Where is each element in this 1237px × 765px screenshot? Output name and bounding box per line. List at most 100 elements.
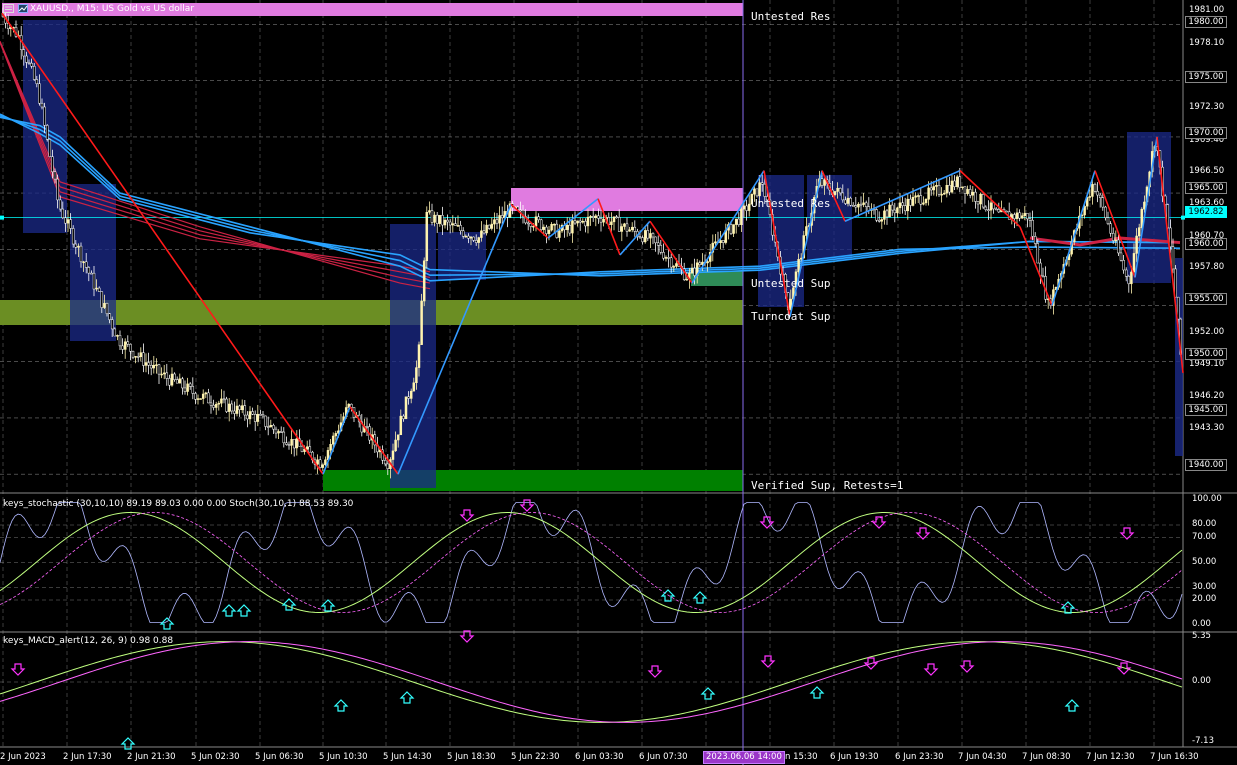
candle-body xyxy=(898,202,902,209)
candle-body xyxy=(1091,184,1094,197)
candle-body xyxy=(235,405,239,414)
candle-body xyxy=(209,402,213,406)
candle-body xyxy=(207,392,210,404)
arrow-down-icon xyxy=(459,509,475,522)
candle-body xyxy=(66,219,70,224)
arrow-up-icon xyxy=(809,686,825,699)
candle-body xyxy=(51,156,54,173)
arrow-down-icon xyxy=(519,499,535,512)
arrow-down-icon xyxy=(759,516,775,529)
candle-body xyxy=(721,240,725,243)
candle-body xyxy=(446,219,449,223)
candle-body xyxy=(573,220,577,224)
candle-body xyxy=(594,215,598,218)
candle-body xyxy=(675,263,678,267)
candle-body xyxy=(425,212,429,262)
candle-body xyxy=(269,424,273,428)
zigzag-segment xyxy=(1051,170,1096,306)
candle-body xyxy=(441,215,444,226)
candle-body xyxy=(1036,243,1040,264)
time-axis-label: 5 Jun 18:30 xyxy=(447,752,496,762)
candle-body xyxy=(1114,239,1118,242)
candle-body xyxy=(1109,223,1112,234)
candle-body xyxy=(981,194,985,208)
stochastic-axis-label: 70.00 xyxy=(1192,531,1217,542)
candle-body xyxy=(459,225,462,232)
arrow-up-icon xyxy=(333,699,349,712)
time-axis-label: 6 Jun 23:30 xyxy=(895,752,944,762)
arrow-down-icon xyxy=(459,630,475,643)
candle-body xyxy=(45,125,49,140)
trading-chart-window[interactable]: XAUUSD., M15: US Gold vs US dollar Untes… xyxy=(0,0,1237,765)
candle-body xyxy=(201,393,205,399)
candle-body xyxy=(740,208,743,225)
candle-body xyxy=(290,439,293,446)
candle-body xyxy=(123,341,127,350)
time-axis-label: 7 Jun 16:30 xyxy=(1150,752,1199,762)
candle-body xyxy=(638,236,642,238)
candle-body xyxy=(669,257,673,268)
chart-window-icon xyxy=(18,4,28,13)
candle-body xyxy=(1124,269,1128,277)
candle-body xyxy=(69,219,72,229)
arrow-up-icon xyxy=(700,687,716,700)
arrow-down-icon xyxy=(1116,662,1132,675)
candle-body xyxy=(617,217,621,232)
arrow-down-icon xyxy=(959,660,975,673)
candle-body xyxy=(833,191,837,195)
stochastic-title: keys_stochastic (30,10,10) 89.19 89.03 0… xyxy=(3,499,354,509)
candle-body xyxy=(599,218,603,223)
candle-body xyxy=(142,352,145,366)
candle-body xyxy=(1096,191,1099,196)
candle-body xyxy=(662,252,665,259)
arrow-up-icon xyxy=(1060,601,1076,614)
candle-body xyxy=(857,203,860,208)
candle-body xyxy=(984,206,988,210)
candle-body xyxy=(1013,214,1016,219)
candle-body xyxy=(90,272,93,275)
verified-support-zone xyxy=(323,470,743,491)
candle-body xyxy=(22,49,26,57)
candle-body xyxy=(950,180,954,193)
candle-body xyxy=(430,210,434,223)
candle-body xyxy=(498,215,501,224)
candle-body xyxy=(477,237,481,243)
price-axis-label: 1946.20 xyxy=(1189,391,1225,401)
price-chart-canvas[interactable] xyxy=(0,0,1237,765)
candle-body xyxy=(451,223,455,226)
candle-body xyxy=(945,185,949,194)
candle-body xyxy=(654,236,657,244)
price-axis-label: 1943.30 xyxy=(1189,423,1225,433)
zone-label-verified-sup: Verified Sup, Retests=1 xyxy=(751,479,904,492)
candle-body xyxy=(1005,210,1008,213)
candle-body xyxy=(490,223,494,229)
candle-body xyxy=(1117,239,1120,254)
candle-body xyxy=(851,205,855,207)
candle-body xyxy=(214,403,218,408)
candle-body xyxy=(589,216,592,218)
candle-body xyxy=(472,236,475,241)
candle-body xyxy=(157,364,161,375)
candle-body xyxy=(693,267,696,276)
window-menu-icon[interactable] xyxy=(3,4,14,13)
candle-body xyxy=(129,343,132,352)
candle-body xyxy=(927,187,930,200)
arrow-up-icon xyxy=(399,691,415,704)
candle-body xyxy=(841,192,845,201)
candle-body xyxy=(485,224,488,234)
zigzag-segment xyxy=(959,170,1021,228)
candle-body xyxy=(838,187,842,194)
candle-body xyxy=(295,438,299,449)
candle-body xyxy=(890,204,894,211)
price-axis-label: 1957.80 xyxy=(1189,262,1225,272)
candle-body xyxy=(422,260,426,302)
candle-body xyxy=(35,79,39,85)
candle-body xyxy=(40,102,44,108)
window-title: XAUUSD., M15: US Gold vs US dollar xyxy=(30,4,195,14)
candle-body xyxy=(443,219,447,226)
candle-body xyxy=(64,217,67,224)
candle-body xyxy=(1130,271,1133,285)
candle-body xyxy=(487,224,491,229)
candle-body xyxy=(1106,217,1110,225)
candle-body xyxy=(386,463,390,469)
